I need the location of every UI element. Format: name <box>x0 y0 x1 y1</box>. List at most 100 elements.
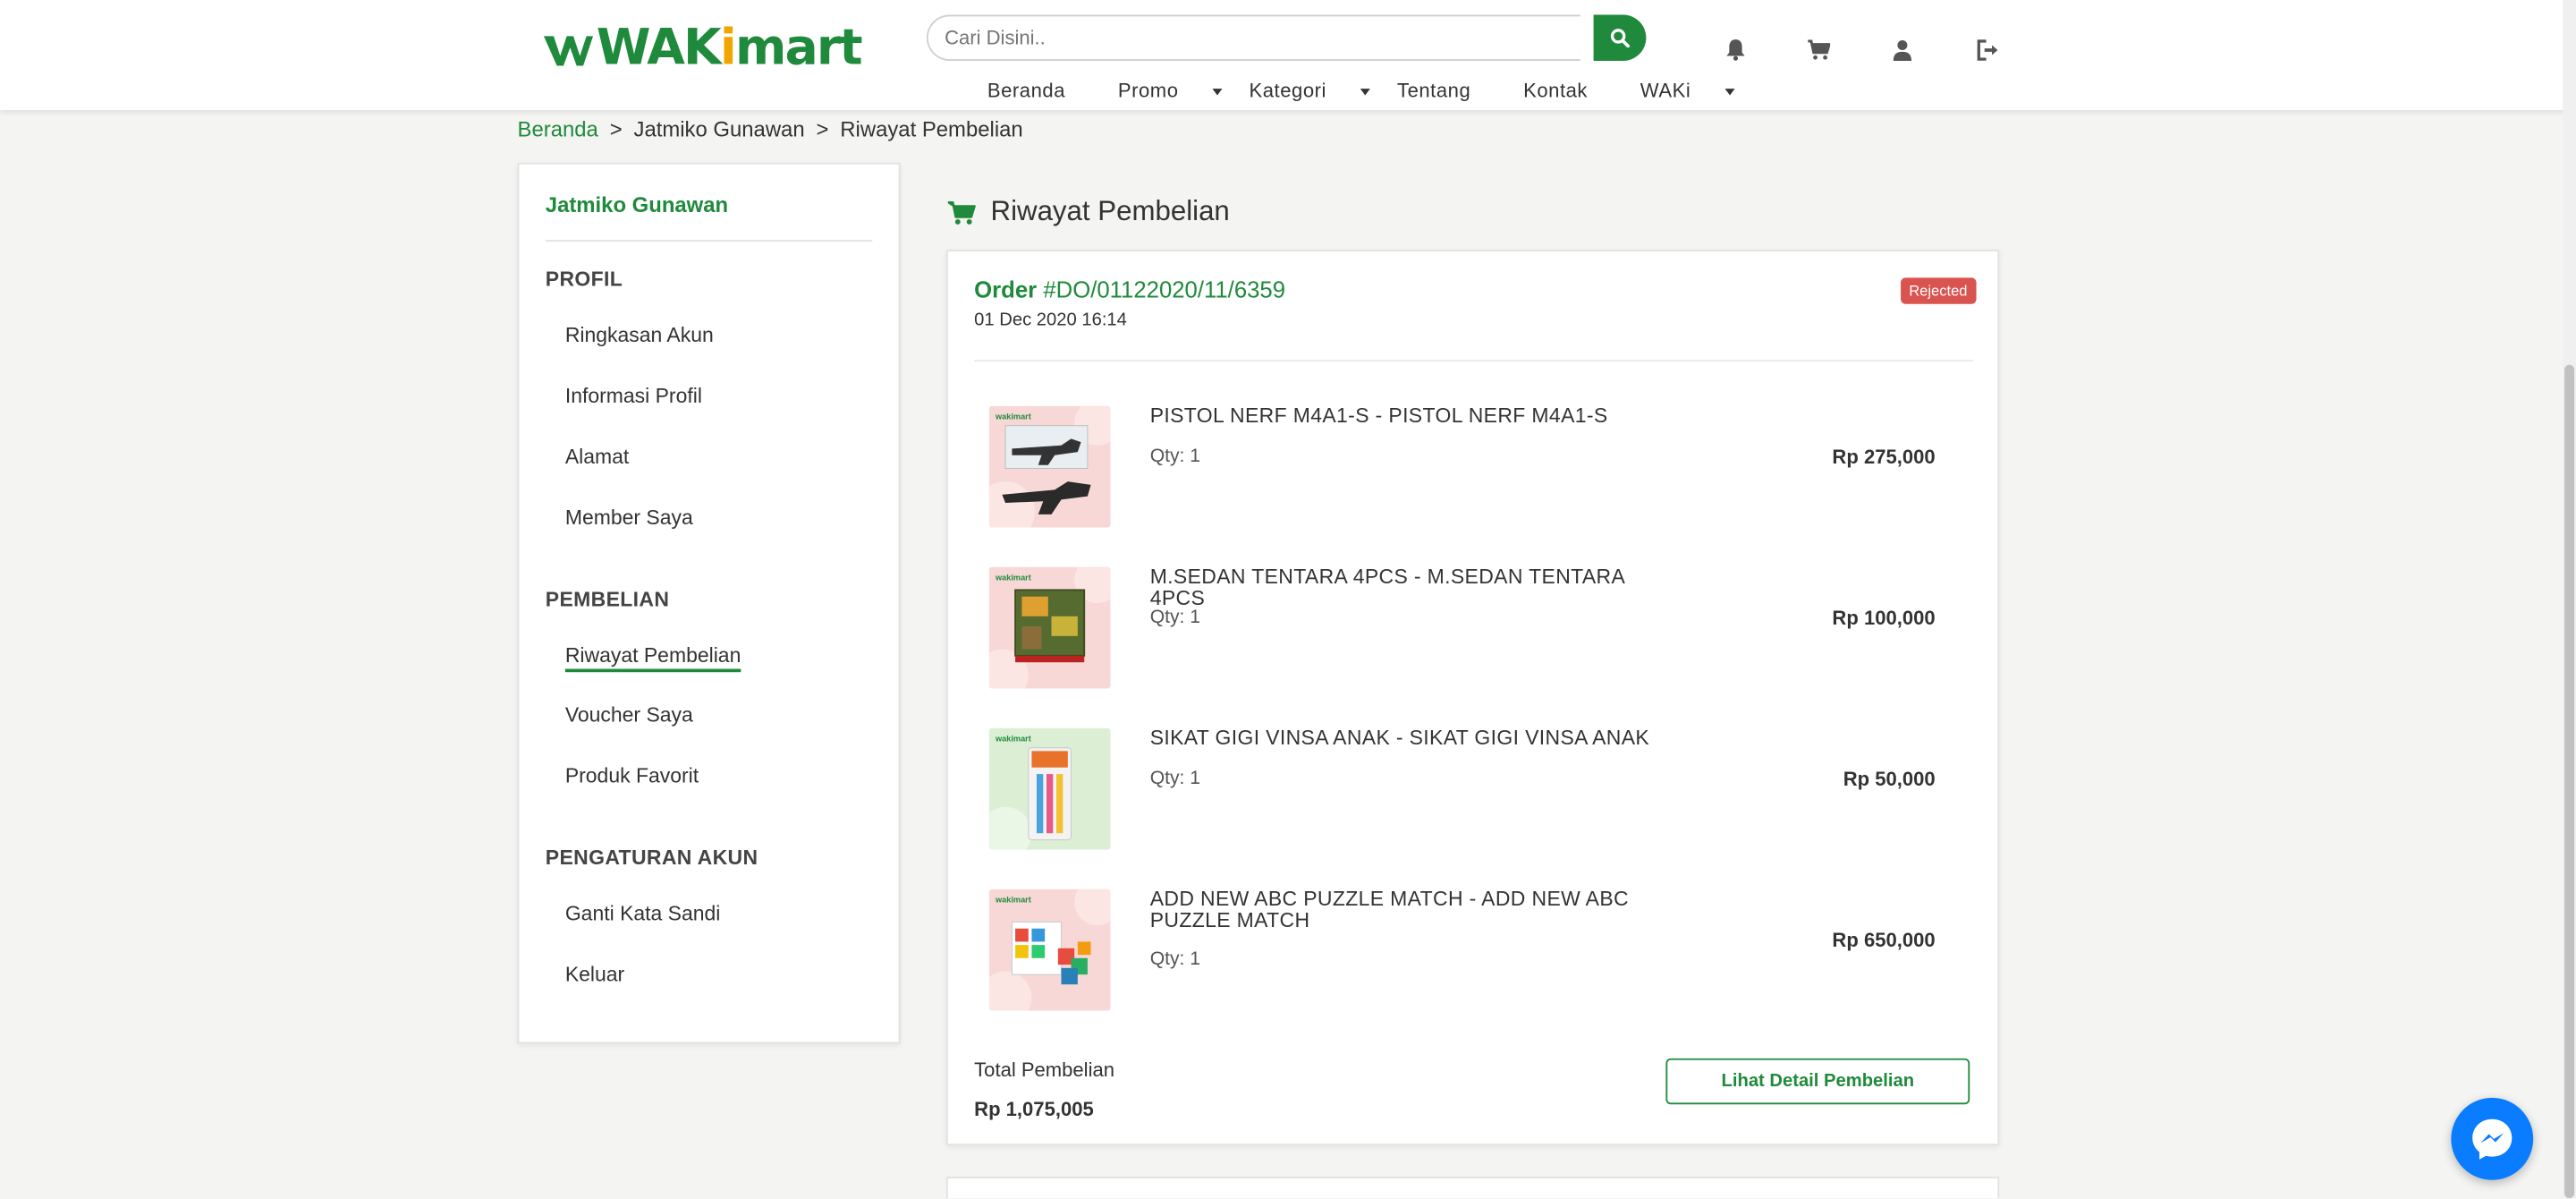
cart-icon <box>1808 38 1831 59</box>
sidebar-item-alamat[interactable]: Alamat <box>565 446 629 469</box>
sidebar-item-informasi-profil[interactable]: Informasi Profil <box>565 385 702 408</box>
page-title: Riwayat Pembelian <box>947 195 1230 229</box>
nav-label: Kontak <box>1523 79 1589 102</box>
item-price: Rp 100,000 <box>1832 606 1936 630</box>
order-label: Order <box>974 276 1038 302</box>
breadcrumb-home[interactable]: Beranda <box>518 116 598 141</box>
nav-label: Kategori <box>1249 79 1327 102</box>
nav-kontak[interactable]: Kontak <box>1523 79 1614 102</box>
page-title-text: Riwayat Pembelian <box>990 195 1230 227</box>
wakimart-logo[interactable]: WAKimart <box>543 20 863 79</box>
total-label: Total Pembelian <box>974 1058 1114 1082</box>
product-image-nerf-gun[interactable]: wakimart <box>988 405 1111 528</box>
sidebar-divider <box>545 240 873 242</box>
product-thumbnail-icon: wakimart <box>988 889 1111 1011</box>
svg-text:wakimart: wakimart <box>995 895 1031 904</box>
item-qty: Qty: 1 <box>1149 949 1201 970</box>
item-qty: Qty: 1 <box>1149 446 1201 467</box>
product-thumbnail-icon: wakimart <box>988 727 1111 850</box>
cart-icon <box>947 200 976 224</box>
cart-button[interactable] <box>1806 36 1832 62</box>
nav-label: Tentang <box>1396 79 1471 102</box>
view-order-detail-button[interactable]: Lihat Detail Pembelian <box>1665 1058 1970 1105</box>
nav-tentang[interactable]: Tentang <box>1397 79 1497 102</box>
logout-button[interactable] <box>1975 36 2001 62</box>
nav-label: Beranda <box>987 79 1066 102</box>
svg-text:wakimart: wakimart <box>995 573 1031 582</box>
sidebar-item-ringkasan-akun[interactable]: Ringkasan Akun <box>565 324 714 347</box>
product-image-sikat-gigi[interactable]: wakimart <box>988 727 1111 850</box>
product-image-sedan-tentara[interactable]: wakimart <box>988 566 1111 689</box>
product-thumbnail-icon: wakimart <box>988 566 1111 689</box>
breadcrumb-user[interactable]: Jatmiko Gunawan <box>634 116 805 141</box>
search-icon <box>1610 29 1631 48</box>
sidebar-item-voucher-saya[interactable]: Voucher Saya <box>565 703 693 727</box>
scrollbar-thumb[interactable] <box>2564 364 2575 1198</box>
sidebar-item-ganti-kata-sandi[interactable]: Ganti Kata Sandi <box>565 902 721 925</box>
account-button[interactable] <box>1889 36 1915 62</box>
breadcrumb: Beranda > Jatmiko Gunawan > Riwayat Pembelia… <box>518 116 1023 141</box>
caret-down-icon <box>1213 88 1224 96</box>
main-nav: Beranda Promo Kategori Tentang Kontak WA… <box>987 79 1761 102</box>
breadcrumb-separator: > <box>609 116 623 141</box>
notification-button[interactable] <box>1722 36 1748 62</box>
order-item: wakimart PISTOL NERF M4A1-S - PISTOL NER… <box>988 405 1959 531</box>
order-item: wakimart SIKAT GIGI VINSA ANAK - SIKAT G… <box>988 727 1959 854</box>
nav-label: Promo <box>1117 79 1179 102</box>
caret-down-icon <box>1724 88 1735 96</box>
sidebar-user-name[interactable]: Jatmiko Gunawan <box>546 192 728 217</box>
item-price: Rp 275,000 <box>1832 445 1936 469</box>
logo-i: i <box>719 20 737 78</box>
messenger-chat-button[interactable] <box>2451 1097 2534 1180</box>
svg-text:wakimart: wakimart <box>995 412 1031 421</box>
order-divider <box>974 360 1973 362</box>
nav-beranda[interactable]: Beranda <box>987 79 1092 102</box>
breadcrumb-separator: > <box>816 116 829 141</box>
item-name[interactable]: ADD NEW ABC PUZZLE MATCH - ADD NEW ABC P… <box>1150 889 1663 932</box>
search-button[interactable] <box>1593 14 1647 61</box>
logo-mark-icon <box>543 36 594 66</box>
nav-waki[interactable]: WAKi <box>1640 79 1735 102</box>
sidebar-item-riwayat-pembelian[interactable]: Riwayat Pembelian <box>564 644 741 673</box>
total-value: Rp 1,075,005 <box>974 1097 1094 1121</box>
user-icon <box>1893 39 1912 61</box>
account-sidebar: Jatmiko Gunawan PROFIL Ringkasan Akun In… <box>517 162 901 1044</box>
product-thumbnail-icon: wakimart <box>988 405 1111 528</box>
next-order-card <box>945 1177 2000 1198</box>
status-badge: Rejected <box>1901 277 1976 304</box>
item-name[interactable]: PISTOL NERF M4A1-S - PISTOL NERF M4A1-S <box>1150 405 1663 428</box>
sidebar-heading-profil: PROFIL <box>545 268 623 292</box>
order-date: 01 Dec 2020 16:14 <box>974 310 1127 331</box>
sidebar-heading-pembelian: PEMBELIAN <box>545 588 670 612</box>
order-item: wakimart ADD NEW ABC PUZZLE MATCH - ADD … <box>988 889 1959 1015</box>
sidebar-item-member-saya[interactable]: Member Saya <box>565 506 693 530</box>
item-price: Rp 650,000 <box>1832 928 1936 952</box>
svg-text:wakimart: wakimart <box>995 734 1031 743</box>
nav-promo[interactable]: Promo <box>1117 79 1224 102</box>
order-id: #DO/01122020/11/6359 <box>1043 276 1286 302</box>
sidebar-heading-pengaturan-akun: PENGATURAN AKUN <box>545 846 758 870</box>
search-bar <box>926 14 1645 61</box>
item-qty: Qty: 1 <box>1149 769 1201 789</box>
logo-waki: WAK <box>596 20 722 78</box>
order-item: wakimart M.SEDAN TENTARA 4PCS - M.SEDAN … <box>988 566 1959 693</box>
sidebar-item-produk-favorit[interactable]: Produk Favorit <box>565 764 699 787</box>
search-input[interactable] <box>926 14 1580 61</box>
item-name[interactable]: M.SEDAN TENTARA 4PCS - M.SEDAN TENTARA 4… <box>1150 566 1663 610</box>
item-name[interactable]: SIKAT GIGI VINSA ANAK - SIKAT GIGI VINSA… <box>1150 727 1663 750</box>
item-price: Rp 50,000 <box>1843 767 1936 791</box>
nav-kategori[interactable]: Kategori <box>1249 79 1371 102</box>
logo-mart: mart <box>734 20 863 78</box>
logout-icon <box>1976 38 1997 60</box>
nav-label: WAKi <box>1640 79 1691 102</box>
caret-down-icon <box>1360 88 1371 96</box>
sidebar-item-keluar[interactable]: Keluar <box>565 963 624 986</box>
product-image-abc-puzzle[interactable]: wakimart <box>988 889 1111 1011</box>
site-header: WAKimart Cari Disini.. Beranda Promo Kat… <box>0 0 2576 111</box>
order-card: Order #DO/01122020/11/6359 01 Dec 2020 1… <box>945 250 2000 1146</box>
order-number: Order #DO/01122020/11/6359 <box>974 276 1285 302</box>
logo-text: WAKimart <box>596 20 863 79</box>
messenger-icon <box>2472 1118 2512 1160</box>
bell-icon <box>1725 39 1744 61</box>
breadcrumb-current: Riwayat Pembelian <box>840 116 1023 141</box>
